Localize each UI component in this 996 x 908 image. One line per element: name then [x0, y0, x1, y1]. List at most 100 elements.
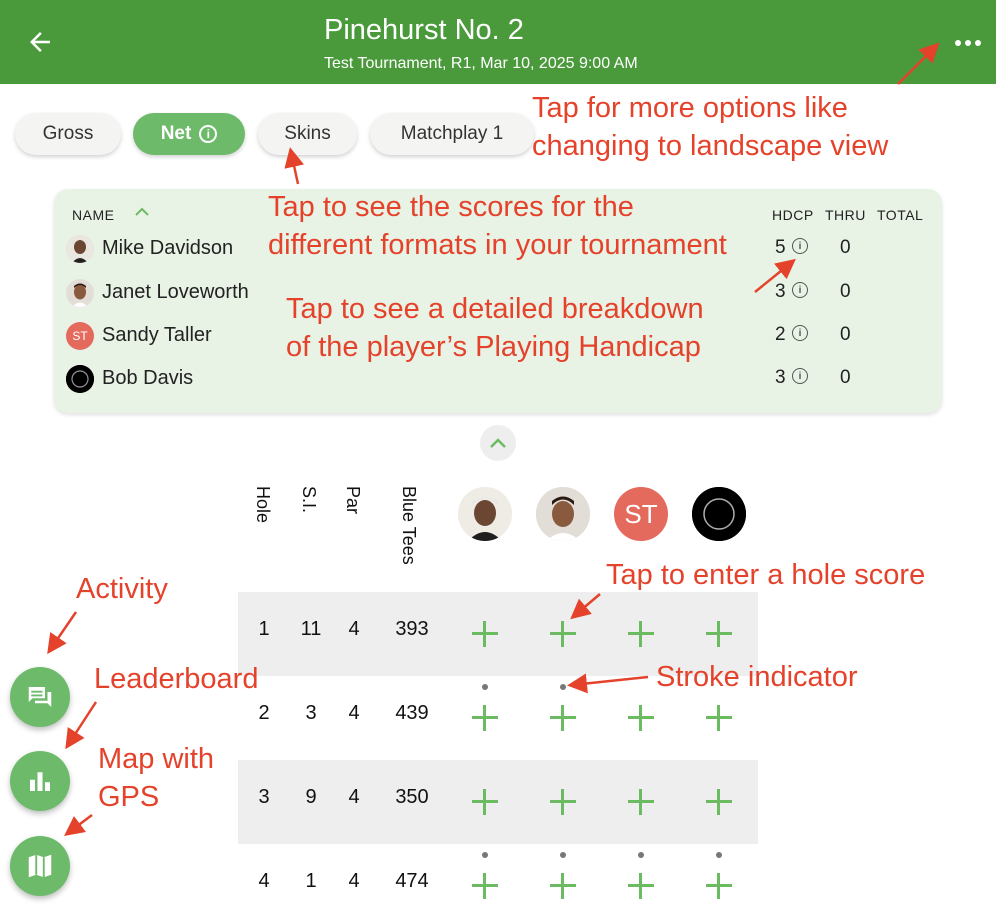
add-score-button[interactable] — [550, 705, 576, 731]
more-options-button[interactable] — [948, 26, 988, 60]
more-dots-icon — [955, 40, 961, 46]
tab-label: Gross — [42, 123, 94, 144]
arrow-left-icon — [30, 32, 50, 52]
player-thru: 0 — [840, 367, 851, 388]
tab-label: Net — [160, 123, 192, 144]
avatar — [66, 279, 94, 307]
add-score-button[interactable] — [550, 621, 576, 647]
stroke-indicator-dot — [482, 684, 488, 690]
add-score-button[interactable] — [550, 789, 576, 815]
col-header-hole: Hole — [253, 486, 273, 524]
avatar — [66, 235, 94, 263]
tab-gross[interactable]: Gross — [15, 113, 121, 155]
player-hdcp: 5 — [775, 237, 786, 258]
avatar[interactable] — [692, 487, 746, 541]
info-icon[interactable]: i — [792, 368, 808, 384]
col-header-si: S.I. — [299, 486, 319, 514]
stroke-indicator-dot — [482, 852, 488, 858]
add-score-button[interactable] — [628, 789, 654, 815]
add-score-button[interactable] — [706, 705, 732, 731]
info-icon[interactable]: i — [792, 325, 808, 341]
page-title: Pinehurst No. 2 — [324, 14, 524, 46]
annotation-leaderboard: Leaderboard — [94, 663, 259, 695]
avatar[interactable] — [536, 487, 590, 541]
avatar[interactable]: ST — [614, 487, 668, 541]
annotation-handicap: Tap to see a detailed breakdown of the p… — [286, 293, 704, 363]
arrow-formats — [284, 147, 304, 185]
stroke-indicator-dot — [638, 852, 644, 858]
add-score-button[interactable] — [472, 705, 498, 731]
col-header-par: Par — [343, 486, 363, 515]
hole-number: 1 — [258, 618, 270, 640]
yardage: 393 — [395, 618, 429, 640]
par: 4 — [348, 702, 360, 724]
tab-skins[interactable]: Skins — [258, 113, 357, 155]
player-hdcp: 3 — [775, 367, 786, 388]
avatar[interactable] — [458, 487, 512, 541]
add-score-button[interactable] — [628, 621, 654, 647]
col-header-tees: Blue Tees — [399, 486, 419, 565]
arrow-leaderboard — [65, 701, 98, 750]
collapse-button[interactable] — [480, 425, 516, 461]
avatar: ST — [66, 322, 94, 350]
bar-chart-icon — [30, 772, 50, 791]
map-button[interactable] — [10, 836, 70, 896]
annotation-activity: Activity — [76, 573, 168, 605]
par: 4 — [348, 870, 360, 892]
par: 4 — [348, 618, 360, 640]
hole-number: 3 — [258, 786, 270, 808]
info-icon[interactable]: i — [792, 282, 808, 298]
player-photo-icon — [458, 487, 512, 541]
map-icon — [28, 854, 52, 878]
more-dot — [965, 40, 971, 46]
player-thru: 0 — [840, 237, 851, 258]
tab-label: Skins — [284, 123, 331, 144]
yardage: 439 — [395, 702, 429, 724]
player-photo-icon — [66, 235, 94, 263]
add-score-button[interactable] — [628, 873, 654, 899]
add-score-button[interactable] — [628, 705, 654, 731]
avatar-initials: ST — [72, 329, 88, 343]
stroke-indicator-dot — [716, 852, 722, 858]
player-hdcp: 2 — [775, 324, 786, 345]
add-score-button[interactable] — [472, 621, 498, 647]
hole-number: 2 — [258, 702, 270, 724]
player-photo-icon — [536, 487, 590, 541]
back-button[interactable] — [24, 24, 56, 60]
annotation-formats: Tap to see the scores for the different … — [268, 191, 727, 261]
eclipse-icon — [692, 487, 746, 541]
chat-icon — [28, 687, 52, 707]
add-score-button[interactable] — [550, 873, 576, 899]
add-score-button[interactable] — [706, 789, 732, 815]
chevron-up-icon — [490, 438, 506, 448]
add-score-button[interactable] — [706, 873, 732, 899]
player-row[interactable]: Bob Davis 3 i 0 — [54, 361, 942, 401]
eclipse-icon — [66, 365, 94, 393]
leaderboard-button[interactable] — [10, 751, 70, 811]
app-header: Pinehurst No. 2 Test Tournament, R1, Mar… — [0, 0, 996, 84]
add-score-button[interactable] — [472, 873, 498, 899]
col-header-name[interactable]: NAME — [72, 207, 114, 223]
scorecard-screen: Pinehurst No. 2 Test Tournament, R1, Mar… — [0, 0, 996, 908]
col-header-total: TOTAL — [877, 207, 924, 223]
col-header-thru: THRU — [825, 207, 866, 223]
player-name: Janet Loveworth — [102, 281, 249, 303]
annotation-map: Map with GPS — [98, 743, 215, 813]
annotation-more-options: Tap for more options like changing to la… — [532, 92, 889, 162]
tab-net[interactable]: Net i — [133, 113, 245, 155]
player-thru: 0 — [840, 281, 851, 302]
add-score-button[interactable] — [472, 789, 498, 815]
activity-button[interactable] — [10, 667, 70, 727]
header-titles: Pinehurst No. 2 Test Tournament, R1, Mar… — [324, 14, 638, 73]
player-name: Sandy Taller — [102, 324, 212, 346]
arrow-map — [64, 814, 93, 836]
info-icon[interactable]: i — [792, 238, 808, 254]
tab-matchplay[interactable]: Matchplay 1 — [370, 113, 534, 155]
chevron-up-icon[interactable] — [134, 205, 150, 217]
hole-number: 4 — [258, 870, 270, 892]
par: 4 — [348, 786, 360, 808]
add-score-button[interactable] — [706, 621, 732, 647]
player-name: Bob Davis — [102, 367, 194, 389]
page-subtitle: Test Tournament, R1, Mar 10, 2025 9:00 A… — [324, 55, 638, 72]
more-dot — [975, 40, 981, 46]
